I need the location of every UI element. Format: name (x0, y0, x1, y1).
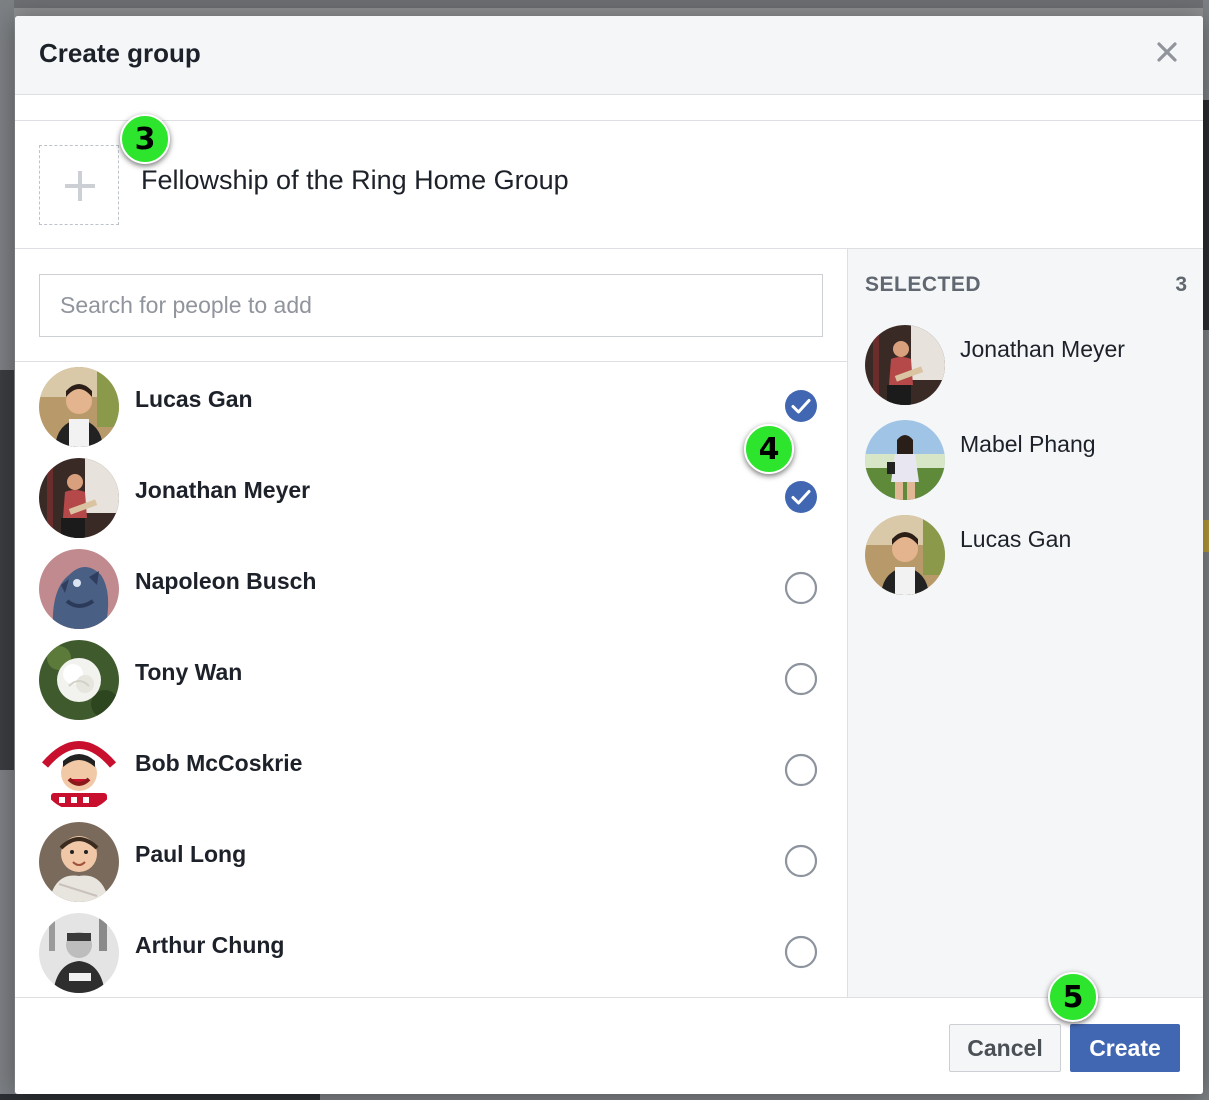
avatar (39, 549, 119, 629)
selected-panel: SELECTED 3 Jonathan Meyer Mabel Phang Lu… (847, 249, 1203, 997)
people-picker: Lucas Gan (15, 249, 847, 997)
search-box[interactable] (39, 274, 823, 337)
step-badge-5: 5 (1048, 972, 1098, 1022)
selected-count: 3 (1175, 273, 1187, 296)
header-spacer (15, 95, 1203, 121)
create-group-dialog: Create group Fellowship of the Ring Home… (15, 16, 1203, 1094)
friend-row-bob-mccoskrie[interactable]: Bob McCoskrie (15, 726, 847, 817)
cancel-button[interactable]: Cancel (949, 1024, 1061, 1072)
selected-heading: SELECTED (865, 273, 982, 296)
avatar (39, 731, 119, 811)
checked-icon[interactable] (784, 480, 818, 514)
checked-icon[interactable] (784, 389, 818, 423)
search-input[interactable] (40, 275, 822, 336)
backdrop-right-highlight (1203, 520, 1209, 552)
friend-name: Arthur Chung (135, 932, 285, 958)
avatar (39, 913, 119, 993)
group-name-row: Fellowship of the Ring Home Group (15, 121, 1203, 249)
group-name-input[interactable]: Fellowship of the Ring Home Group (141, 165, 569, 196)
unchecked-icon[interactable] (784, 935, 818, 969)
create-button[interactable]: Create (1070, 1024, 1180, 1072)
unchecked-icon[interactable] (784, 844, 818, 878)
friend-list: Lucas Gan Jonathan Meyer Napoleon Busch … (15, 362, 847, 997)
friend-name: Lucas Gan (135, 386, 253, 412)
avatar (39, 822, 119, 902)
friend-name: Napoleon Busch (135, 568, 317, 594)
friend-row-jonathan-meyer[interactable]: Jonathan Meyer (15, 453, 847, 544)
backdrop-left-photo (0, 370, 14, 770)
dialog-footer: Cancel Create (15, 997, 1203, 1094)
friend-row-paul-long[interactable]: Paul Long (15, 817, 847, 908)
selected-name: Jonathan Meyer (960, 336, 1125, 362)
unchecked-icon[interactable] (784, 753, 818, 787)
add-group-photo-button[interactable] (39, 145, 119, 225)
selected-name: Lucas Gan (960, 526, 1072, 552)
selected-name: Mabel Phang (960, 431, 1096, 457)
selected-item-jonathan-meyer[interactable]: Jonathan Meyer (865, 325, 1185, 407)
backdrop-right-photo (1203, 100, 1209, 330)
friend-name: Tony Wan (135, 659, 243, 685)
backdrop-bottom-photo (0, 1094, 320, 1100)
friend-row-napoleon-busch[interactable]: Napoleon Busch (15, 544, 847, 635)
close-icon[interactable] (1155, 40, 1179, 64)
selected-item-lucas-gan[interactable]: Lucas Gan (865, 515, 1185, 597)
friend-name: Jonathan Meyer (135, 477, 311, 503)
friend-row-arthur-chung[interactable]: Arthur Chung (15, 908, 847, 997)
step-badge-3: 3 (120, 114, 170, 164)
friend-name: Bob McCoskrie (135, 750, 303, 776)
avatar (865, 325, 945, 405)
avatar (865, 420, 945, 500)
unchecked-icon[interactable] (784, 662, 818, 696)
selected-item-mabel-phang[interactable]: Mabel Phang (865, 420, 1185, 502)
step-badge-4: 4 (744, 424, 794, 474)
dialog-header: Create group (15, 16, 1203, 95)
backdrop-top-strip (0, 0, 1209, 8)
plus-icon (65, 171, 95, 201)
avatar (39, 367, 119, 447)
friend-name: Paul Long (135, 841, 247, 867)
avatar (39, 640, 119, 720)
friend-row-lucas-gan[interactable]: Lucas Gan (15, 362, 847, 453)
unchecked-icon[interactable] (784, 571, 818, 605)
avatar (865, 515, 945, 595)
friend-row-tony-wan[interactable]: Tony Wan (15, 635, 847, 726)
avatar (39, 458, 119, 538)
dialog-title: Create group (39, 38, 201, 68)
